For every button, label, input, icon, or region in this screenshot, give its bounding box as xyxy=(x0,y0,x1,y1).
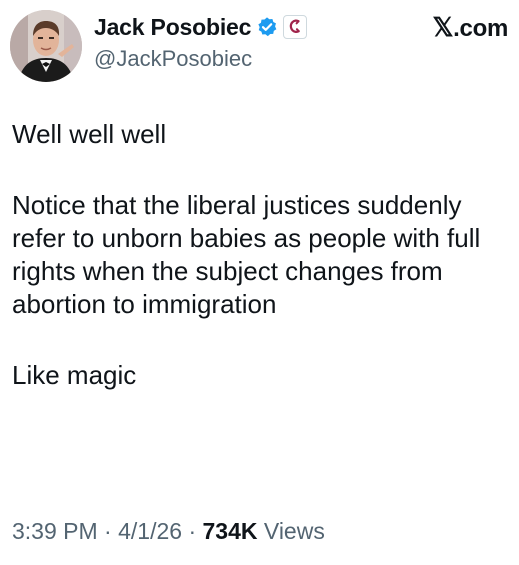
tweet-header: Jack Posobiec @JackPosobiec 𝕏.com xyxy=(10,10,510,84)
meta-separator: · xyxy=(97,518,119,544)
brand-domain: .com xyxy=(453,15,508,42)
tweet-time[interactable]: 3:39 PM xyxy=(12,518,98,544)
views-label: Views xyxy=(257,518,325,544)
views-count[interactable]: 734K xyxy=(203,518,258,544)
avatar-photo xyxy=(10,10,82,82)
tweet-line-3: Like magic xyxy=(12,360,137,390)
x-logo-icon: 𝕏 xyxy=(432,12,454,42)
tweet-date[interactable]: 4/1/26 xyxy=(118,518,182,544)
name-row: Jack Posobiec xyxy=(94,12,308,42)
tweet-paragraph-2: Notice that the liberal justices suddenl… xyxy=(12,190,481,319)
tweet-text: Well well well Notice that the liberal j… xyxy=(12,118,508,392)
meta-separator: · xyxy=(182,518,203,544)
tweet-line-1: Well well well xyxy=(12,119,167,149)
tweet-metadata: 3:39 PM · 4/1/26 · 734K Views xyxy=(12,518,325,545)
affiliate-badge-icon[interactable] xyxy=(283,15,308,39)
user-handle[interactable]: @JackPosobiec xyxy=(94,46,252,72)
display-name[interactable]: Jack Posobiec xyxy=(94,14,251,41)
brand-label: 𝕏.com xyxy=(432,12,509,43)
avatar[interactable] xyxy=(10,10,82,82)
verified-badge-icon xyxy=(256,16,278,38)
